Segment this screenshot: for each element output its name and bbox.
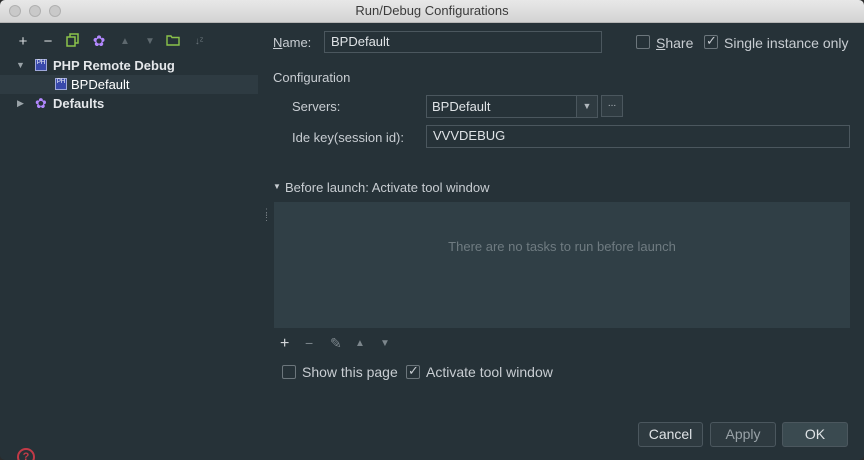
add-task-icon[interactable]: + <box>280 335 289 353</box>
ok-button[interactable]: OK <box>782 422 848 447</box>
checkmark-icon: ✓ <box>706 33 717 48</box>
servers-label: Servers: <box>292 99 341 114</box>
window-title: Run/Debug Configurations <box>355 3 509 18</box>
sort-icon[interactable]: ↓ᶻ <box>190 33 208 51</box>
folder-icon[interactable] <box>164 33 182 51</box>
title-bar: Run/Debug Configurations <box>0 0 864 23</box>
checkmark-icon: ✓ <box>408 363 419 378</box>
single-instance-label: Single instance only <box>724 35 849 51</box>
move-task-down-icon[interactable]: ▼ <box>380 338 390 349</box>
idekey-label: Ide key(session id): <box>292 130 404 145</box>
move-down-icon[interactable]: ▼ <box>141 33 159 51</box>
tree-item-label: Defaults <box>53 96 105 111</box>
tree-item-label: PHP Remote Debug <box>53 58 175 73</box>
remove-task-icon[interactable]: − <box>305 335 313 351</box>
copy-icon[interactable] <box>64 33 82 51</box>
remove-icon[interactable]: − <box>39 33 57 51</box>
share-checkbox[interactable] <box>636 35 650 49</box>
cancel-button[interactable]: Cancel <box>638 422 703 447</box>
tree-item-bpdefault[interactable]: PH BPDefault <box>0 75 258 94</box>
add-icon[interactable]: + <box>14 33 32 51</box>
php-debug-icon: PH <box>35 59 47 71</box>
servers-browse-button[interactable]: ... <box>601 95 623 117</box>
apply-button[interactable]: Apply <box>710 422 776 447</box>
php-debug-icon: PH <box>55 78 67 90</box>
show-page-checkbox[interactable] <box>282 365 296 379</box>
tree-item-label: BPDefault <box>71 77 130 92</box>
before-launch-task-list[interactable]: There are no tasks to run before launch <box>274 202 850 328</box>
defaults-gear-icon: ✿ <box>35 95 47 111</box>
name-label: Name: <box>273 35 312 50</box>
run-debug-dialog: Run/Debug Configurations + − ✿ ▲ ▼ ↓ᶻ ▼ … <box>0 0 864 460</box>
single-instance-checkbox[interactable]: ✓ <box>704 33 718 49</box>
collapse-arrow-icon[interactable]: ▶ <box>17 94 24 113</box>
splitter-handle[interactable]: ⋮ ⋮ <box>262 208 271 228</box>
name-field[interactable]: BPDefault <box>324 31 602 53</box>
activate-tool-window-checkbox[interactable]: ✓ <box>406 363 420 379</box>
before-launch-toggle-icon[interactable]: ▼ <box>273 182 281 191</box>
help-button[interactable]: ? <box>17 448 35 460</box>
before-launch-heading[interactable]: Before launch: Activate tool window <box>285 180 490 195</box>
servers-selected-value: BPDefault <box>432 99 491 114</box>
configuration-heading: Configuration <box>273 70 351 85</box>
move-up-icon[interactable]: ▲ <box>116 33 134 51</box>
configurations-sidebar: + − ✿ ▲ ▼ ↓ᶻ ▼ PH PHP Remote Debug PH BP… <box>0 23 263 460</box>
expand-arrow-icon[interactable]: ▼ <box>16 56 25 75</box>
chevron-down-icon[interactable]: ▼ <box>576 96 597 117</box>
share-label: Share <box>656 35 694 51</box>
idekey-field[interactable]: VVVDEBUG <box>426 125 850 148</box>
servers-dropdown[interactable]: BPDefault ▼ <box>426 95 598 118</box>
tree-item-php-remote-debug[interactable]: ▼ PH PHP Remote Debug <box>0 56 258 75</box>
settings-icon[interactable]: ✿ <box>90 33 108 51</box>
activate-tool-window-label: Activate tool window <box>426 364 553 380</box>
show-page-label: Show this page <box>302 364 398 380</box>
edit-task-icon[interactable]: ✎ <box>330 335 342 352</box>
move-task-up-icon[interactable]: ▲ <box>355 338 365 349</box>
tree-item-defaults[interactable]: ▶ ✿ Defaults <box>0 94 258 113</box>
empty-tasks-text: There are no tasks to run before launch <box>448 239 676 254</box>
